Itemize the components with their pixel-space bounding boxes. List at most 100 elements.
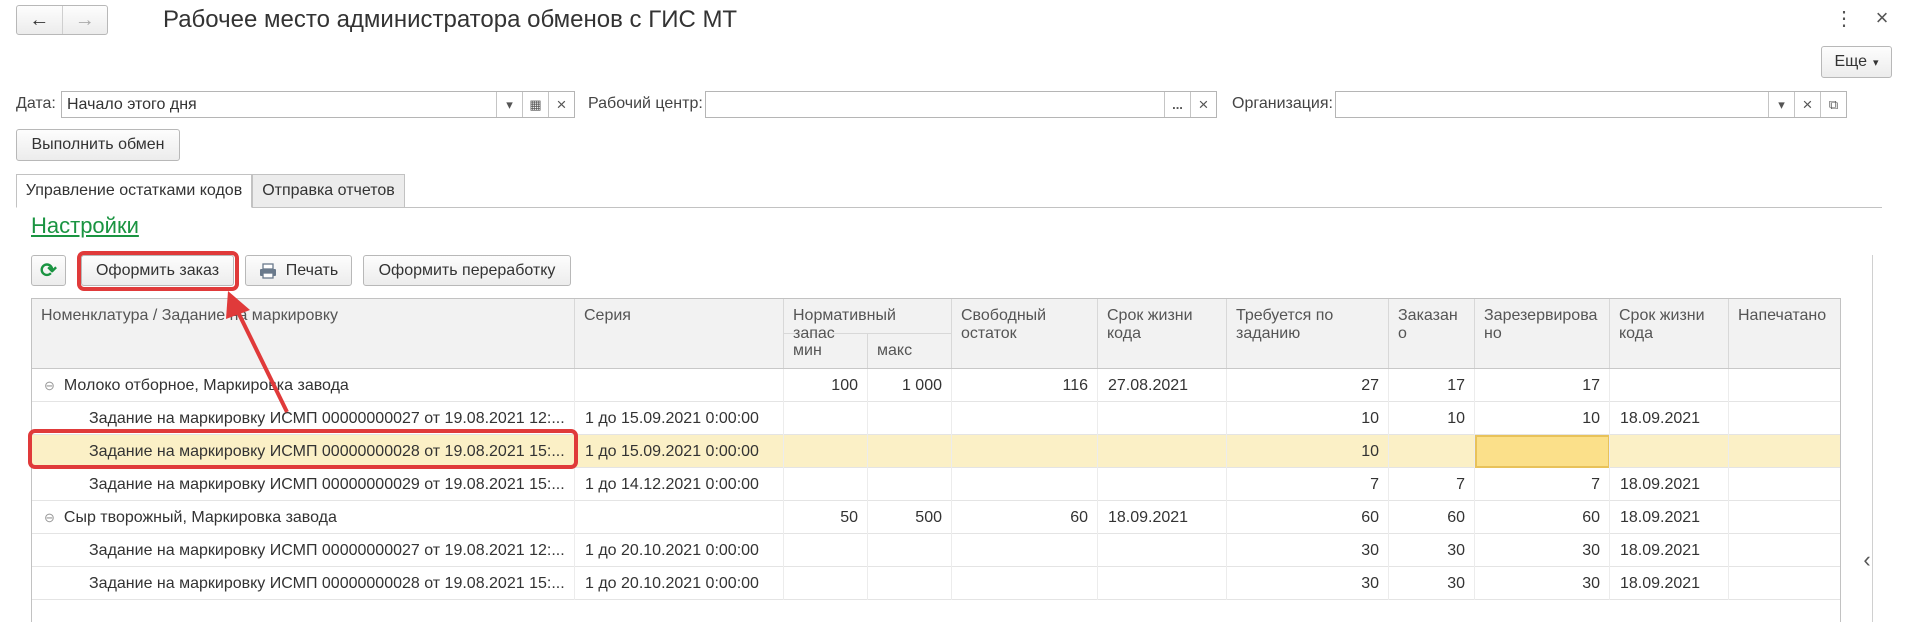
cell-name[interactable]: Задание на маркировку ИСМП 00000000027 о… xyxy=(32,534,575,567)
cell-min[interactable] xyxy=(784,567,868,600)
organization-value[interactable] xyxy=(1336,92,1768,117)
cell-ordered[interactable]: 30 xyxy=(1389,534,1475,567)
window-menu-button[interactable]: ⋮ xyxy=(1833,6,1855,30)
cell-series[interactable] xyxy=(575,501,784,534)
cell-printed[interactable] xyxy=(1729,567,1840,600)
header-printed[interactable]: Напечатано xyxy=(1729,299,1840,368)
table-row[interactable]: Задание на маркировку ИСМП 00000000029 о… xyxy=(32,468,1840,501)
cell-min[interactable]: 100 xyxy=(784,369,868,402)
cell-ordered[interactable]: 17 xyxy=(1389,369,1475,402)
tab-codes-balance[interactable]: Управление остатками кодов xyxy=(16,174,252,208)
cell-shelf[interactable]: 18.09.2021 xyxy=(1098,501,1227,534)
cell-min[interactable]: 50 xyxy=(784,501,868,534)
cell-ordered[interactable]: 10 xyxy=(1389,402,1475,435)
cell-reserved[interactable]: 30 xyxy=(1475,567,1610,600)
side-panel-toggle[interactable]: ‹ xyxy=(1857,547,1877,572)
header-required[interactable]: Требуется по заданию xyxy=(1227,299,1389,368)
organization-clear-button[interactable]: × xyxy=(1794,92,1820,117)
work-center-clear-button[interactable]: × xyxy=(1190,92,1216,117)
collapse-icon[interactable]: ⊖ xyxy=(44,510,55,525)
cell-series[interactable] xyxy=(575,369,784,402)
work-center-select-button[interactable]: ... xyxy=(1164,92,1190,117)
collapse-icon[interactable]: ⊖ xyxy=(44,378,55,393)
back-button[interactable]: ← xyxy=(17,6,62,34)
cell-shelf2[interactable] xyxy=(1610,435,1729,468)
cell-min[interactable] xyxy=(784,435,868,468)
cell-shelf[interactable]: 27.08.2021 xyxy=(1098,369,1227,402)
cell-name[interactable]: ⊖ Молоко отборное, Маркировка завода xyxy=(32,369,575,402)
window-close-button[interactable]: × xyxy=(1870,5,1894,30)
cell-name[interactable]: Задание на маркировку ИСМП 00000000028 о… xyxy=(32,567,575,600)
cell-required[interactable]: 10 xyxy=(1227,435,1389,468)
tab-send-reports[interactable]: Отправка отчетов xyxy=(252,174,405,208)
cell-required[interactable]: 7 xyxy=(1227,468,1389,501)
settings-link[interactable]: Настройки xyxy=(31,213,139,239)
cell-shelf[interactable] xyxy=(1098,468,1227,501)
cell-shelf[interactable] xyxy=(1098,567,1227,600)
date-clear-button[interactable]: × xyxy=(548,92,574,117)
cell-shelf2[interactable]: 18.09.2021 xyxy=(1610,468,1729,501)
cell-reserved[interactable]: 17 xyxy=(1475,369,1610,402)
date-calendar-button[interactable]: ▦ xyxy=(522,92,548,117)
cell-free[interactable] xyxy=(952,567,1098,600)
table-row[interactable]: Задание на маркировку ИСМП 00000000028 о… xyxy=(32,567,1840,600)
cell-max[interactable] xyxy=(868,567,952,600)
cell-shelf2[interactable]: 18.09.2021 xyxy=(1610,534,1729,567)
cell-free[interactable] xyxy=(952,534,1098,567)
cell-free[interactable] xyxy=(952,468,1098,501)
organization-dropdown-button[interactable]: ▾ xyxy=(1768,92,1794,117)
cell-max[interactable] xyxy=(868,435,952,468)
cell-printed[interactable] xyxy=(1729,369,1840,402)
cell-series[interactable]: 1 до 20.10.2021 0:00:00 xyxy=(575,534,784,567)
table-group-row[interactable]: ⊖ Молоко отборное, Маркировка завода 100 1 … xyxy=(32,369,1840,402)
cell-shelf[interactable] xyxy=(1098,534,1227,567)
header-shelf-life[interactable]: Срок жизни кода xyxy=(1098,299,1227,368)
print-button[interactable]: Печать xyxy=(245,255,352,286)
work-center-value[interactable] xyxy=(706,92,1164,117)
header-free-rest[interactable]: Свободный остаток xyxy=(952,299,1098,368)
cell-reserved[interactable]: 30 xyxy=(1475,534,1610,567)
cell-max[interactable]: 500 xyxy=(868,501,952,534)
header-norm-stock[interactable]: Нормативный запас xyxy=(784,299,952,342)
cell-required[interactable]: 27 xyxy=(1227,369,1389,402)
cell-free[interactable] xyxy=(952,402,1098,435)
cell-free[interactable]: 116 xyxy=(952,369,1098,402)
run-exchange-button[interactable]: Выполнить обмен xyxy=(16,129,180,161)
cell-free[interactable]: 60 xyxy=(952,501,1098,534)
header-ordered[interactable]: Заказано xyxy=(1389,299,1475,368)
cell-min[interactable] xyxy=(784,468,868,501)
header-series[interactable]: Серия xyxy=(575,299,784,368)
cell-ordered[interactable]: 7 xyxy=(1389,468,1475,501)
organization-field[interactable]: ▾ × ⧉ xyxy=(1335,91,1847,118)
header-min[interactable]: мин xyxy=(784,334,868,368)
cell-shelf2[interactable]: 18.09.2021 xyxy=(1610,567,1729,600)
cell-series[interactable]: 1 до 14.12.2021 0:00:00 xyxy=(575,468,784,501)
date-dropdown-button[interactable]: ▾ xyxy=(496,92,522,117)
cell-printed[interactable] xyxy=(1729,435,1840,468)
cell-min[interactable] xyxy=(784,402,868,435)
cell-printed[interactable] xyxy=(1729,402,1840,435)
date-field[interactable]: Начало этого дня ▾ ▦ × xyxy=(61,91,575,118)
cell-max[interactable] xyxy=(868,402,952,435)
cell-ordered[interactable]: 60 xyxy=(1389,501,1475,534)
cell-required[interactable]: 10 xyxy=(1227,402,1389,435)
cell-series[interactable]: 1 до 20.10.2021 0:00:00 xyxy=(575,567,784,600)
organization-open-button[interactable]: ⧉ xyxy=(1820,92,1846,117)
cell-shelf2[interactable]: 18.09.2021 xyxy=(1610,501,1729,534)
cell-shelf2[interactable] xyxy=(1610,369,1729,402)
cell-reserved[interactable]: 7 xyxy=(1475,468,1610,501)
cell-ordered[interactable] xyxy=(1389,435,1475,468)
cell-max[interactable] xyxy=(868,534,952,567)
cell-printed[interactable] xyxy=(1729,501,1840,534)
cell-shelf2[interactable]: 18.09.2021 xyxy=(1610,402,1729,435)
cell-printed[interactable] xyxy=(1729,468,1840,501)
cell-reserved[interactable]: 60 xyxy=(1475,501,1610,534)
cell-shelf[interactable] xyxy=(1098,435,1227,468)
cell-name[interactable]: ⊖ Сыр творожный, Маркировка завода xyxy=(32,501,575,534)
cell-min[interactable] xyxy=(784,534,868,567)
cell-max[interactable] xyxy=(868,468,952,501)
refresh-button[interactable]: ⟳ xyxy=(31,255,66,286)
table-group-row[interactable]: ⊖ Сыр творожный, Маркировка завода 50 500 60… xyxy=(32,501,1840,534)
cell-series[interactable]: 1 до 15.09.2021 0:00:00 xyxy=(575,435,784,468)
cell-series[interactable]: 1 до 15.09.2021 0:00:00 xyxy=(575,402,784,435)
